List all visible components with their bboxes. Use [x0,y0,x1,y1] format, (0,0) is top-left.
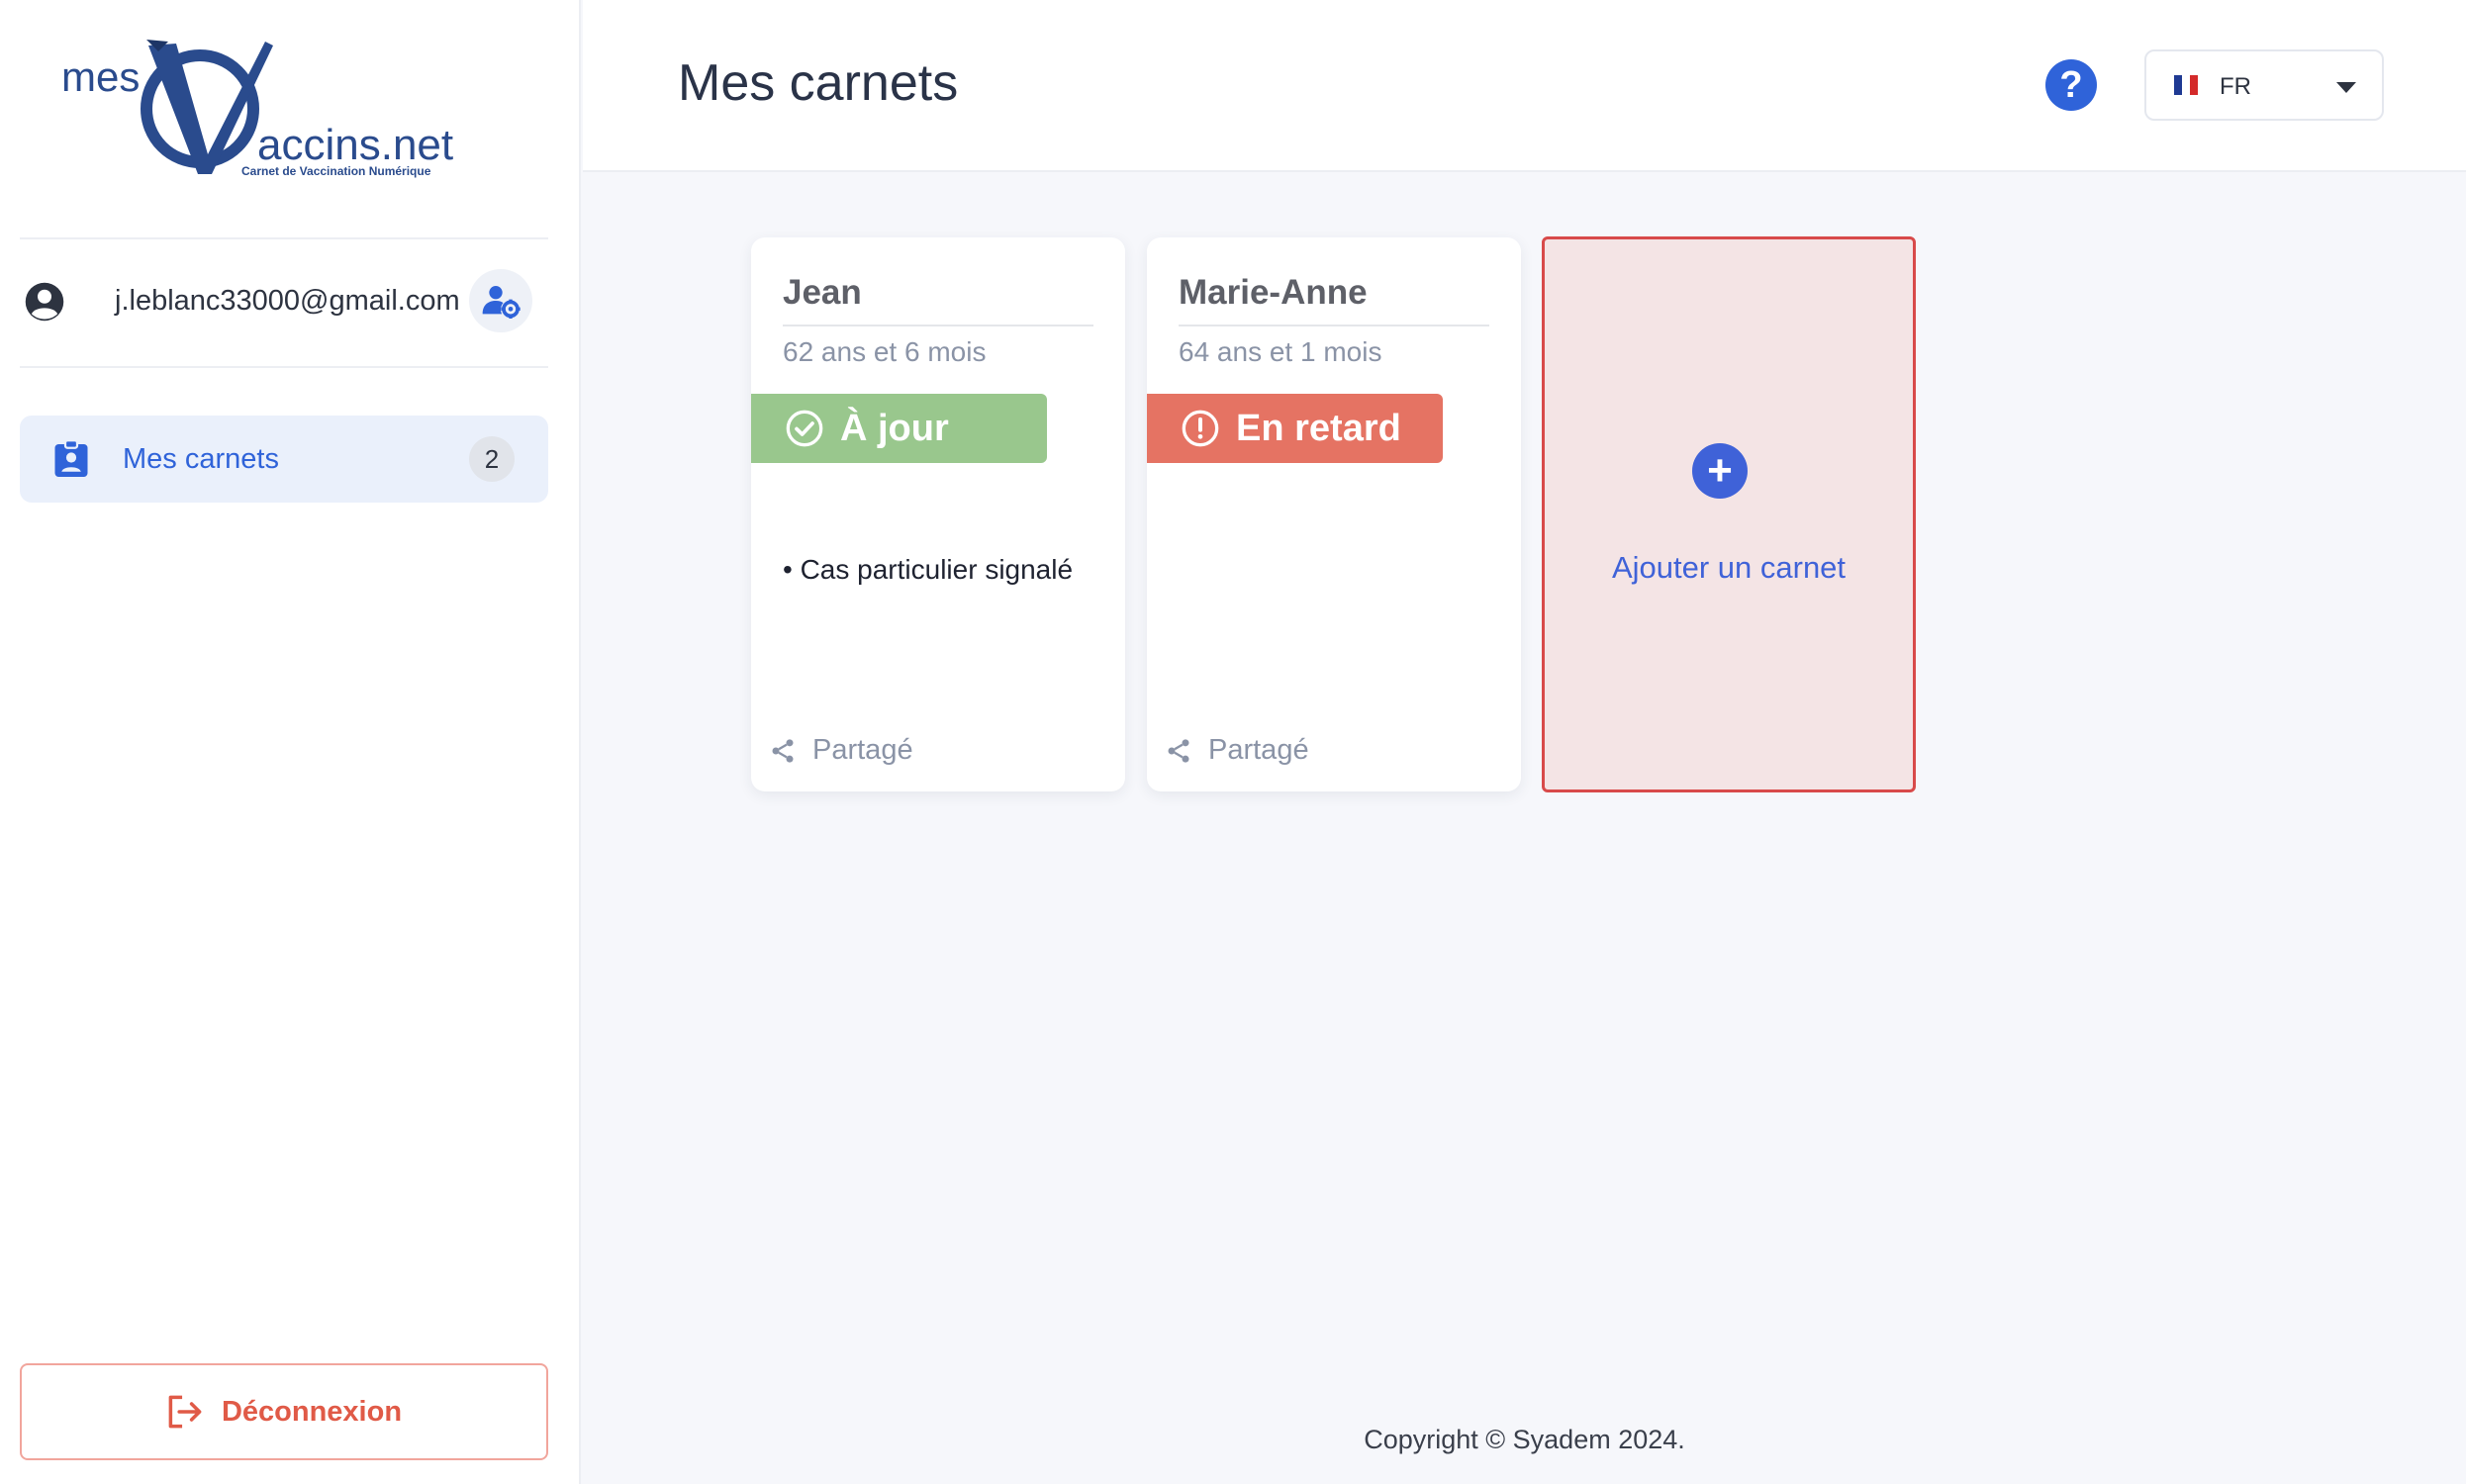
sidebar-item-count-badge: 2 [469,436,515,482]
status-badge-late: En retard [1147,394,1443,463]
sidebar-item-label: Mes carnets [123,443,279,475]
logout-button[interactable]: Déconnexion [20,1363,548,1460]
french-flag-icon [2174,75,2198,95]
plus-glyph: + [1707,446,1733,495]
logo-tagline: Carnet de Vaccination Numérique [241,164,431,178]
id-badge-icon [54,439,88,477]
status-label: À jour [840,407,949,449]
plus-circle-icon: + [1692,443,1748,499]
card-age: 62 ans et 6 mois [783,336,987,367]
footer-copyright: Copyright © Syadem 2024. [1364,1425,1685,1454]
status-label: En retard [1236,407,1401,449]
sidebar: mes accins.net Carnet de Vaccination Num… [0,0,581,1484]
share-indicator[interactable]: Partagé [1165,734,1309,767]
check-circle-icon [786,410,823,447]
mesvaccins-logo[interactable]: mes accins.net Carnet de Vaccination Num… [59,36,465,184]
card-divider [1179,325,1489,326]
share-label: Partagé [812,734,913,766]
carnet-card-jean[interactable]: Jean 62 ans et 6 mois À jour • Cas parti… [751,237,1125,791]
add-carnet-label: Ajouter un carnet [1611,550,1847,585]
card-note: • Cas particulier signalé [783,554,1074,585]
logo-suffix: accins.net [257,121,454,169]
user-gear-icon [482,286,521,319]
card-age: 64 ans et 1 mois [1179,336,1382,367]
logo-v-mark [141,40,273,174]
share-icon [772,738,794,763]
card-divider [783,325,1093,326]
account-settings-button[interactable] [469,269,532,332]
top-header: Mes carnets ? FR [583,0,2466,172]
language-select[interactable]: FR [2144,49,2384,121]
add-carnet-button[interactable]: + Ajouter un carnet [1542,236,1916,792]
share-indicator[interactable]: Partagé [769,734,913,767]
status-badge-up-to-date: À jour [751,394,1047,463]
share-icon [1168,738,1189,763]
alert-circle-icon [1182,410,1219,447]
user-email: j.leblanc33000@gmail.com [115,285,460,317]
question-mark-icon: ? [2059,63,2083,106]
card-name: Marie-Anne [1179,273,1368,312]
language-code: FR [2220,73,2251,100]
share-label: Partagé [1208,734,1309,766]
page-title: Mes carnets [678,54,959,112]
help-button[interactable]: ? [2045,59,2097,111]
divider [20,366,548,368]
logout-label: Déconnexion [221,1395,403,1428]
card-name: Jean [783,273,862,312]
carnet-card-marie-anne[interactable]: Marie-Anne 64 ans et 1 mois En retard Pa… [1147,237,1521,791]
logout-icon [168,1395,202,1429]
user-row: j.leblanc33000@gmail.com [20,267,548,336]
sidebar-item-mes-carnets[interactable]: Mes carnets 2 [20,416,548,503]
divider [20,237,548,239]
user-circle-icon [25,282,64,322]
chevron-down-icon [2336,82,2356,93]
